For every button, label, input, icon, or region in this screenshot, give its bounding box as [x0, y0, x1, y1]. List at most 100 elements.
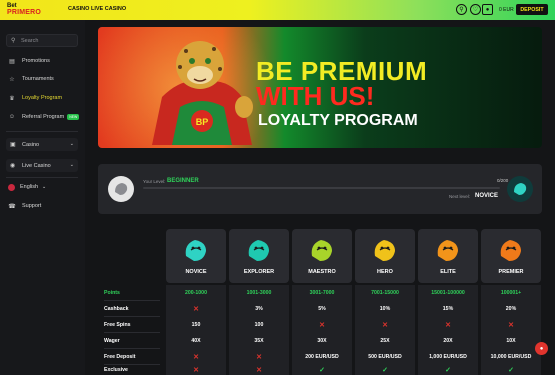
jaguar-badge-icon [374, 240, 395, 261]
table-cell: 10,000 EUR/USD [490, 354, 532, 360]
chevron-down-icon: ⌄ [69, 141, 74, 147]
headset-icon: ☎ [8, 203, 16, 210]
tier-card-maestro: MAESTRO [292, 229, 352, 283]
casino-icon: ▣ [10, 142, 16, 148]
next-level-value: NOVICE [475, 193, 499, 199]
sidebar-group-live-casino[interactable]: ◉ Live Casino ⌄ [6, 159, 78, 172]
table-cell: 100001+ [500, 290, 522, 296]
next-level-avatar [507, 176, 533, 202]
language-selector[interactable]: English ⌄ [8, 182, 46, 192]
sidebar-group-label: Live Casino [22, 162, 51, 169]
jaguar-badge-icon [437, 240, 458, 261]
sidebar-item-tournaments[interactable]: ☆ Tournaments [8, 74, 54, 84]
table-cell: 7001-15000 [371, 290, 399, 296]
table-cell: 1001-3000 [246, 290, 272, 296]
sidebar-item-loyalty[interactable]: ♛ Loyalty Program [8, 93, 62, 103]
search-placeholder: Search [21, 38, 39, 44]
gift-icon: ▤ [9, 58, 15, 65]
language-label: English [20, 184, 39, 190]
nav-casino[interactable]: CASINO [68, 6, 89, 12]
nav-live-casino[interactable]: LIVE CASINO [91, 6, 126, 12]
table-cell: 20X [443, 338, 453, 344]
row-label: Points [104, 290, 120, 296]
top-bar: Bet PRIMERO CASINO LIVE CASINO ⚲ ♡ ● 0 E… [0, 0, 555, 20]
cross-icon: ✕ [508, 322, 514, 329]
search-icon[interactable]: ⚲ [456, 4, 467, 15]
sidebar-item-support[interactable]: ☎ Support [8, 201, 41, 211]
tier-column-novice [166, 285, 226, 375]
check-icon: ✓ [319, 367, 325, 374]
tier-name: ELITE [440, 269, 456, 275]
row-divider [104, 364, 160, 365]
tier-name: HERO [377, 269, 393, 275]
sidebar-item-label: Promotions [22, 58, 50, 64]
jaguar-mascot-illustration: BP [152, 41, 253, 145]
jaguar-badge-icon [311, 240, 332, 261]
chat-button[interactable]: ● [535, 342, 548, 355]
bell-icon[interactable]: ♡ [470, 4, 481, 15]
table-cell: 5% [318, 306, 326, 312]
table-cell: 200 EUR/USD [305, 354, 339, 360]
row-divider [104, 348, 160, 349]
row-divider [104, 300, 160, 301]
sidebar-item-label: Tournaments [22, 76, 54, 82]
cross-icon: ✕ [193, 367, 199, 374]
tier-name: PREMIER [498, 269, 524, 275]
table-cell: 15% [442, 306, 454, 312]
sidebar-item-label: Referral Program [22, 114, 65, 120]
deposit-button[interactable]: DEPOSIT [516, 4, 548, 15]
table-cell: 500 EUR/USD [368, 354, 402, 360]
table-cell: 3% [255, 306, 263, 312]
table-cell: 15001-100000 [431, 290, 465, 296]
tier-name: NOVICE [185, 269, 207, 275]
check-icon: ✓ [508, 367, 514, 374]
sidebar-item-label: Support [22, 203, 42, 209]
row-label: Free Deposit [104, 354, 136, 360]
banner-emblem: BP [196, 117, 209, 127]
tier-column-hero [355, 285, 415, 375]
table-cell: 3001-7000 [309, 290, 335, 296]
chat-icon: ● [539, 345, 544, 352]
row-label: Cashback [104, 306, 129, 312]
level-value: BEGINNER [167, 178, 199, 184]
logo[interactable]: Bet PRIMERO [7, 3, 55, 17]
check-icon: ✓ [382, 367, 388, 374]
cross-icon: ✕ [193, 354, 199, 361]
row-label: Exclusive [104, 367, 128, 373]
level-label: Your Level: [143, 179, 166, 184]
tier-card-explorer: EXPLORER [229, 229, 289, 283]
level-progress-text: 0/200 [497, 178, 509, 183]
sidebar-group-casino[interactable]: ▣ Casino ⌄ [6, 138, 78, 151]
sidebar-item-promotions[interactable]: ▤ Promotions [8, 56, 50, 66]
loyalty-banner: BP BE PREMIUM WITH US! LOYALTY PROGRAM [98, 27, 542, 148]
current-level-avatar [108, 176, 134, 202]
tier-column-maestro [292, 285, 352, 375]
row-divider [104, 332, 160, 333]
tier-column-elite [418, 285, 478, 375]
new-badge: NEW [67, 114, 80, 120]
jaguar-head-icon [514, 183, 527, 195]
tier-column-explorer [229, 285, 289, 375]
chevron-down-icon: ⌄ [42, 184, 47, 190]
table-cell: 10X [506, 338, 516, 344]
table-cell: 25X [380, 338, 390, 344]
banner-title-line2: WITH US! [256, 81, 375, 111]
referral-icon: ☺ [8, 114, 16, 120]
sidebar-divider [6, 131, 78, 132]
table-cell: 20% [505, 306, 517, 312]
tier-column-premier [481, 285, 541, 375]
tier-name: MAESTRO [308, 269, 336, 275]
row-divider [104, 316, 160, 317]
search-input[interactable]: ⚲ Search [6, 34, 78, 47]
sidebar-item-label: Loyalty Program [22, 95, 63, 101]
user-icon[interactable]: ● [482, 4, 493, 15]
table-cell: 35X [254, 338, 264, 344]
level-card [98, 164, 542, 214]
tier-card-novice: NOVICE [166, 229, 226, 283]
cross-icon: ✕ [382, 322, 388, 329]
level-progress-bar [143, 187, 500, 189]
jaguar-badge-icon [185, 240, 206, 261]
sidebar-item-referral[interactable]: ☺ Referral Program NEW [8, 112, 80, 122]
banner-subtitle: LOYALTY PROGRAM [258, 112, 418, 129]
tier-card-premier: PREMIER [481, 229, 541, 283]
